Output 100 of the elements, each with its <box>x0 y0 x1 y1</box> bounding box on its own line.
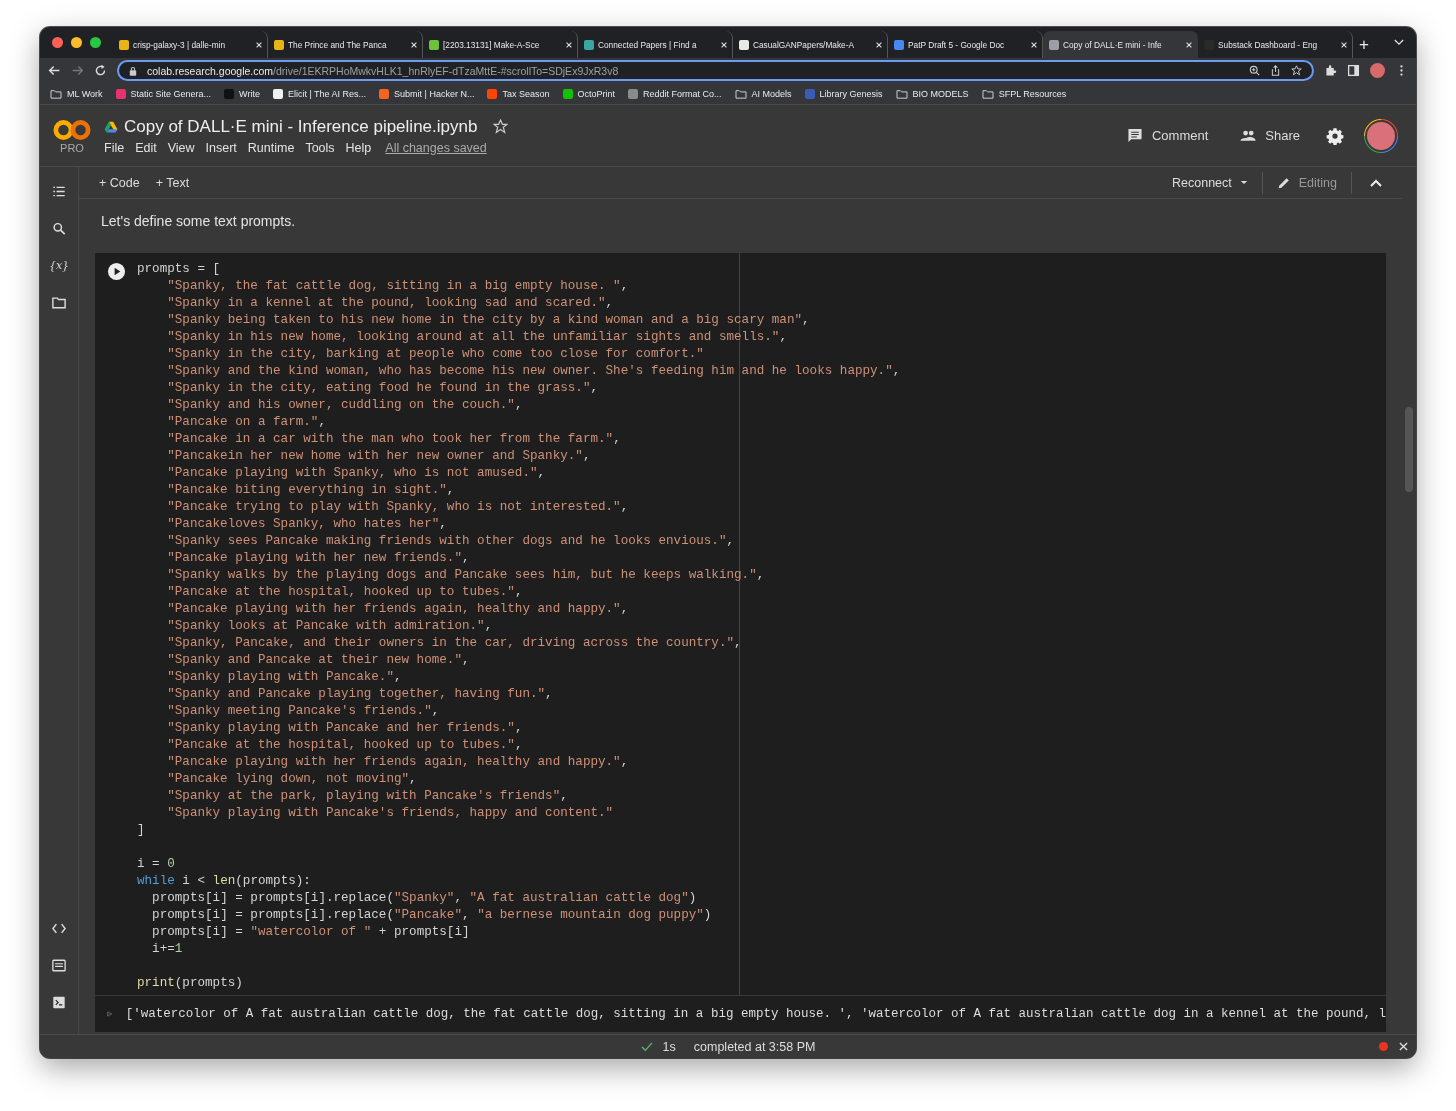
address-bar[interactable]: colab.research.google.com/drive/1EKRPHoMwkvHLK1_hnRlyEF-dTzaMttE-#scrollTo=SDjEx9JxR3v8 <box>117 60 1314 81</box>
code-line: "Spanky and Pancake playing together, having fun.", <box>167 686 554 703</box>
bookmark[interactable]: Submit | Hacker N... <box>379 88 475 99</box>
code-line: i = 0 <box>137 856 176 873</box>
code-line: "Pancake on a farm.", <box>167 414 327 431</box>
menu-item[interactable]: Edit <box>135 140 157 155</box>
code-line: "Pancakein her new home with her new owner and Spanky.", <box>167 448 592 465</box>
close-icon[interactable] <box>720 40 728 49</box>
code-line: "Pancake lying down, not moving", <box>167 771 418 788</box>
code-line: "Pancake playing with her friends again, healthy and happy.", <box>167 601 630 618</box>
code-line: "Spanky being taken to his new home in the city by a kind woman and a big scary man", <box>167 312 811 329</box>
code-line: ] <box>137 822 146 839</box>
minimize-window-icon[interactable] <box>71 37 82 48</box>
side-panel-icon[interactable] <box>1347 64 1360 77</box>
puzzle-icon[interactable] <box>1324 64 1337 77</box>
browser-tab[interactable]: Copy of DALL·E mini - Infe <box>1043 31 1198 58</box>
comment-button[interactable]: Comment <box>1120 127 1215 144</box>
status-message: completed at 3:58 PM <box>693 1039 816 1054</box>
variables-icon[interactable]: {x} <box>48 259 70 272</box>
close-window-icon[interactable] <box>52 37 63 48</box>
share-icon[interactable] <box>1270 65 1281 76</box>
close-icon[interactable] <box>565 40 573 49</box>
code-line: "Pancake playing with Spanky, who is not amused.", <box>167 465 547 482</box>
close-icon[interactable] <box>1030 40 1038 49</box>
chevron-down-icon[interactable] <box>1394 39 1404 46</box>
bookmark[interactable]: ML Work <box>50 88 103 99</box>
bookmark[interactable]: OctoPrint <box>562 88 615 99</box>
bookmark[interactable]: SFPL Resources <box>981 88 1067 99</box>
code-line: "Spanky walks by the playing dogs and Pancake sees him, but he keeps walking.", <box>167 567 766 584</box>
check-icon <box>640 1041 653 1052</box>
code-line: "Pancake in a car with the man who took her from the farm.", <box>167 431 622 448</box>
code-line: "Spanky sees Pancake making friends with other dogs and he looks envious.", <box>167 533 736 550</box>
back-icon[interactable] <box>48 64 61 77</box>
close-icon[interactable] <box>875 40 883 49</box>
star-icon[interactable] <box>493 119 509 134</box>
bookmark[interactable]: Tax Season <box>487 88 550 99</box>
drive-icon[interactable] <box>104 120 118 133</box>
keyboard-icon[interactable] <box>52 959 66 972</box>
code-line: "Pancake at the hospital, hooked up to tubes.", <box>167 737 524 754</box>
bookmark[interactable]: Write <box>224 88 260 99</box>
folder-icon <box>50 88 62 99</box>
close-icon[interactable] <box>1340 40 1348 49</box>
close-icon[interactable] <box>410 40 418 49</box>
bookmark[interactable]: BIO MODELS <box>895 88 969 99</box>
terminal-icon[interactable] <box>52 996 66 1009</box>
code-line: "Pancake playing with her friends again, healthy and happy.", <box>167 754 630 771</box>
folder-icon <box>734 88 747 99</box>
search-icon[interactable] <box>52 222 66 235</box>
bookmark[interactable]: AI Models <box>734 88 792 99</box>
code-line: prompts = [ <box>137 261 222 278</box>
bookmark[interactable]: Library Genesis <box>804 88 883 99</box>
markdown-text: Let's define some text prompts. <box>101 213 297 231</box>
forward-icon[interactable] <box>71 64 84 77</box>
notebook-title[interactable]: Copy of DALL·E mini - Inference pipeline.ipynb <box>124 116 478 137</box>
code-line: prompts[i] = prompts[i].replace("Spanky", "A fat australian cattle dog") <box>151 890 698 907</box>
menu-item[interactable]: Help <box>345 140 372 155</box>
settings-icon[interactable] <box>1326 126 1344 145</box>
profile-avatar[interactable] <box>1370 63 1385 78</box>
code-line: prompts[i] = prompts[i].replace("Pancake", "a bernese mountain dog puppy") <box>151 907 713 924</box>
close-icon[interactable] <box>1185 40 1193 49</box>
code-line: "Pancake biting everything in sight.", <box>167 482 456 499</box>
code-line: "Spanky in the city, eating food he found in the grass.", <box>167 380 599 397</box>
colab-logo[interactable] <box>53 117 91 142</box>
new-tab-button[interactable]: + <box>1353 31 1375 58</box>
url-text: colab.research.google.com/drive/1EKRPHoMwkvHLK1_hnRlyEF-dTzaMttE-#scrollTo=SDjEx9JxR3v8 <box>147 64 620 77</box>
folder-icon <box>895 88 908 99</box>
code-line: "Spanky playing with Pancake and her friends.", <box>167 720 524 737</box>
table-of-contents-icon[interactable] <box>52 185 66 198</box>
menu-item[interactable]: Tools <box>305 140 335 155</box>
zoom-window-icon[interactable] <box>90 37 101 48</box>
code-line: "Spanky in the city, barking at people who come too close for comfort." <box>167 346 705 363</box>
share-button[interactable]: Share <box>1234 127 1306 144</box>
reload-icon[interactable] <box>94 64 107 77</box>
menu-item[interactable]: File <box>104 140 125 155</box>
reconnect-button[interactable]: Reconnect <box>1164 169 1256 196</box>
user-avatar[interactable] <box>1364 118 1398 153</box>
chevron-up-icon[interactable] <box>1370 178 1382 187</box>
close-icon[interactable] <box>1399 1042 1408 1051</box>
status-dot <box>1379 1042 1388 1051</box>
bookmark[interactable]: Reddit Format Co... <box>628 88 722 99</box>
run-cell-button[interactable] <box>106 262 126 281</box>
code-line: "Pancake at the hospital, hooked up to tubes.", <box>167 584 524 601</box>
close-icon[interactable] <box>255 40 263 49</box>
folder-icon[interactable] <box>52 296 66 309</box>
scrollbar-thumb[interactable] <box>1405 407 1413 492</box>
code-line: while i < len(prompts): <box>137 873 312 890</box>
add-code-button[interactable]: + Code <box>91 169 148 196</box>
bookmark[interactable]: Elicit | The AI Res... <box>272 88 367 99</box>
add-text-button[interactable]: + Text <box>147 169 198 196</box>
bookmark[interactable]: Static Site Genera... <box>115 88 212 99</box>
editing-button[interactable]: Editing <box>1268 169 1345 196</box>
pencil-icon <box>1276 175 1291 190</box>
star-icon[interactable] <box>1291 65 1302 76</box>
menu-item[interactable]: Insert <box>205 140 237 155</box>
code-line: "Spanky at the park, playing with Pancake's friends", <box>167 788 569 805</box>
menu-item[interactable]: Runtime <box>247 140 295 155</box>
zoom-icon[interactable] <box>1249 65 1260 76</box>
menu-item[interactable]: View <box>167 140 195 155</box>
code-icon[interactable] <box>52 922 66 935</box>
save-status-link[interactable]: All changes saved <box>385 140 487 155</box>
